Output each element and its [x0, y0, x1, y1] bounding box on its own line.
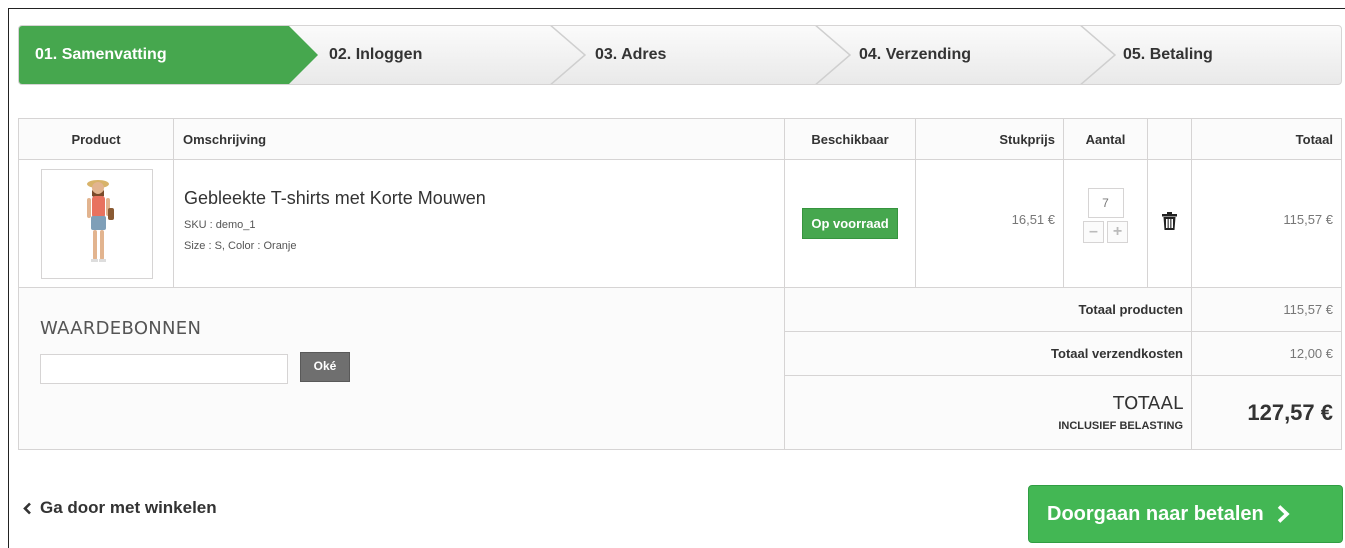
- quantity-input[interactable]: 7: [1087, 188, 1124, 218]
- product-name-link[interactable]: Gebleekte T-shirts met Korte Mouwen: [184, 188, 784, 209]
- quantity-cell: 7 – +: [1063, 159, 1148, 288]
- cart-header-row: Product Omschrijving Beschikbaar Stukpri…: [18, 118, 1342, 160]
- chevron-left-icon: [23, 502, 31, 514]
- product-sku: SKU : demo_1: [184, 219, 256, 231]
- voucher-input[interactable]: [40, 354, 288, 384]
- step-arrow: [289, 26, 318, 84]
- product-attributes[interactable]: Size : S, Color : Oranje: [184, 240, 784, 252]
- checkout-label: Doorgaan naar betalen: [1047, 502, 1264, 525]
- col-quantity: Aantal: [1063, 118, 1148, 160]
- voucher-section: WAARDEBONNEN Oké: [18, 287, 785, 450]
- grand-total-label-cell: TOTAAL INCLUSIEF BELASTING: [784, 375, 1192, 450]
- col-total: Totaal: [1191, 118, 1342, 160]
- step-label: 05. Betaling: [1123, 46, 1213, 63]
- col-unit-price: Stukprijs: [915, 118, 1064, 160]
- cart-table: Product Omschrijving Beschikbaar Stukpri…: [18, 118, 1342, 450]
- checkout-button[interactable]: Doorgaan naar betalen: [1028, 485, 1343, 543]
- product-image-cell: [18, 159, 174, 288]
- unit-price-cell: 16,51 €: [915, 159, 1064, 288]
- unit-price: 16,51 €: [1011, 212, 1055, 227]
- total-shipping-label: Totaal verzendkosten: [784, 331, 1192, 376]
- total-products-label: Totaal producten: [784, 287, 1192, 332]
- step-separator: [550, 26, 587, 84]
- plus-icon[interactable]: +: [1107, 221, 1128, 243]
- step-payment[interactable]: 05. Betaling: [19, 26, 1341, 84]
- availability-cell: Op voorraad: [784, 159, 916, 288]
- grand-total-label: TOTAAL: [1113, 393, 1183, 414]
- continue-shopping-link[interactable]: Ga door met winkelen: [23, 498, 217, 518]
- status-badge: Op voorraad: [802, 208, 898, 239]
- col-delete: [1147, 118, 1192, 160]
- voucher-submit-button[interactable]: Oké: [300, 352, 350, 382]
- window-frame-top: [8, 8, 1345, 9]
- total-shipping-value: 12,00 €: [1191, 331, 1342, 376]
- voucher-title: WAARDEBONNEN: [40, 318, 202, 339]
- chevron-right-icon: [1277, 505, 1290, 523]
- quantity-stepper: – +: [1064, 221, 1147, 243]
- product-description-cell: Gebleekte T-shirts met Korte Mouwen SKU …: [173, 159, 785, 288]
- product-image[interactable]: [41, 168, 153, 279]
- minus-icon[interactable]: –: [1083, 221, 1104, 243]
- step-separator: [1080, 26, 1117, 84]
- col-description: Omschrijving: [173, 118, 785, 160]
- total-products-value: 115,57 €: [1191, 287, 1342, 332]
- voucher-form: Oké: [40, 352, 784, 384]
- checkout-steps: 01. Samenvatting 02. Inloggen 03. Adres …: [18, 25, 1342, 85]
- step-separator: [815, 26, 852, 84]
- col-availability: Beschikbaar: [784, 118, 916, 160]
- product-model-icon: [87, 179, 114, 262]
- continue-shopping-label: Ga door met winkelen: [40, 498, 217, 517]
- delete-cell: [1147, 159, 1192, 288]
- table-row: Gebleekte T-shirts met Korte Mouwen SKU …: [18, 159, 1342, 288]
- grand-total-value: 127,57 €: [1191, 375, 1342, 450]
- line-total: 115,57 €: [1283, 212, 1333, 227]
- line-total-cell: 115,57 €: [1191, 159, 1342, 288]
- trash-icon[interactable]: [1162, 212, 1177, 230]
- col-product: Product: [18, 118, 174, 160]
- window-frame-left: [8, 8, 9, 548]
- summary-products-row: WAARDEBONNEN Oké Totaal producten 115,57…: [18, 287, 1342, 450]
- tax-included-label: INCLUSIEF BELASTING: [1058, 420, 1183, 432]
